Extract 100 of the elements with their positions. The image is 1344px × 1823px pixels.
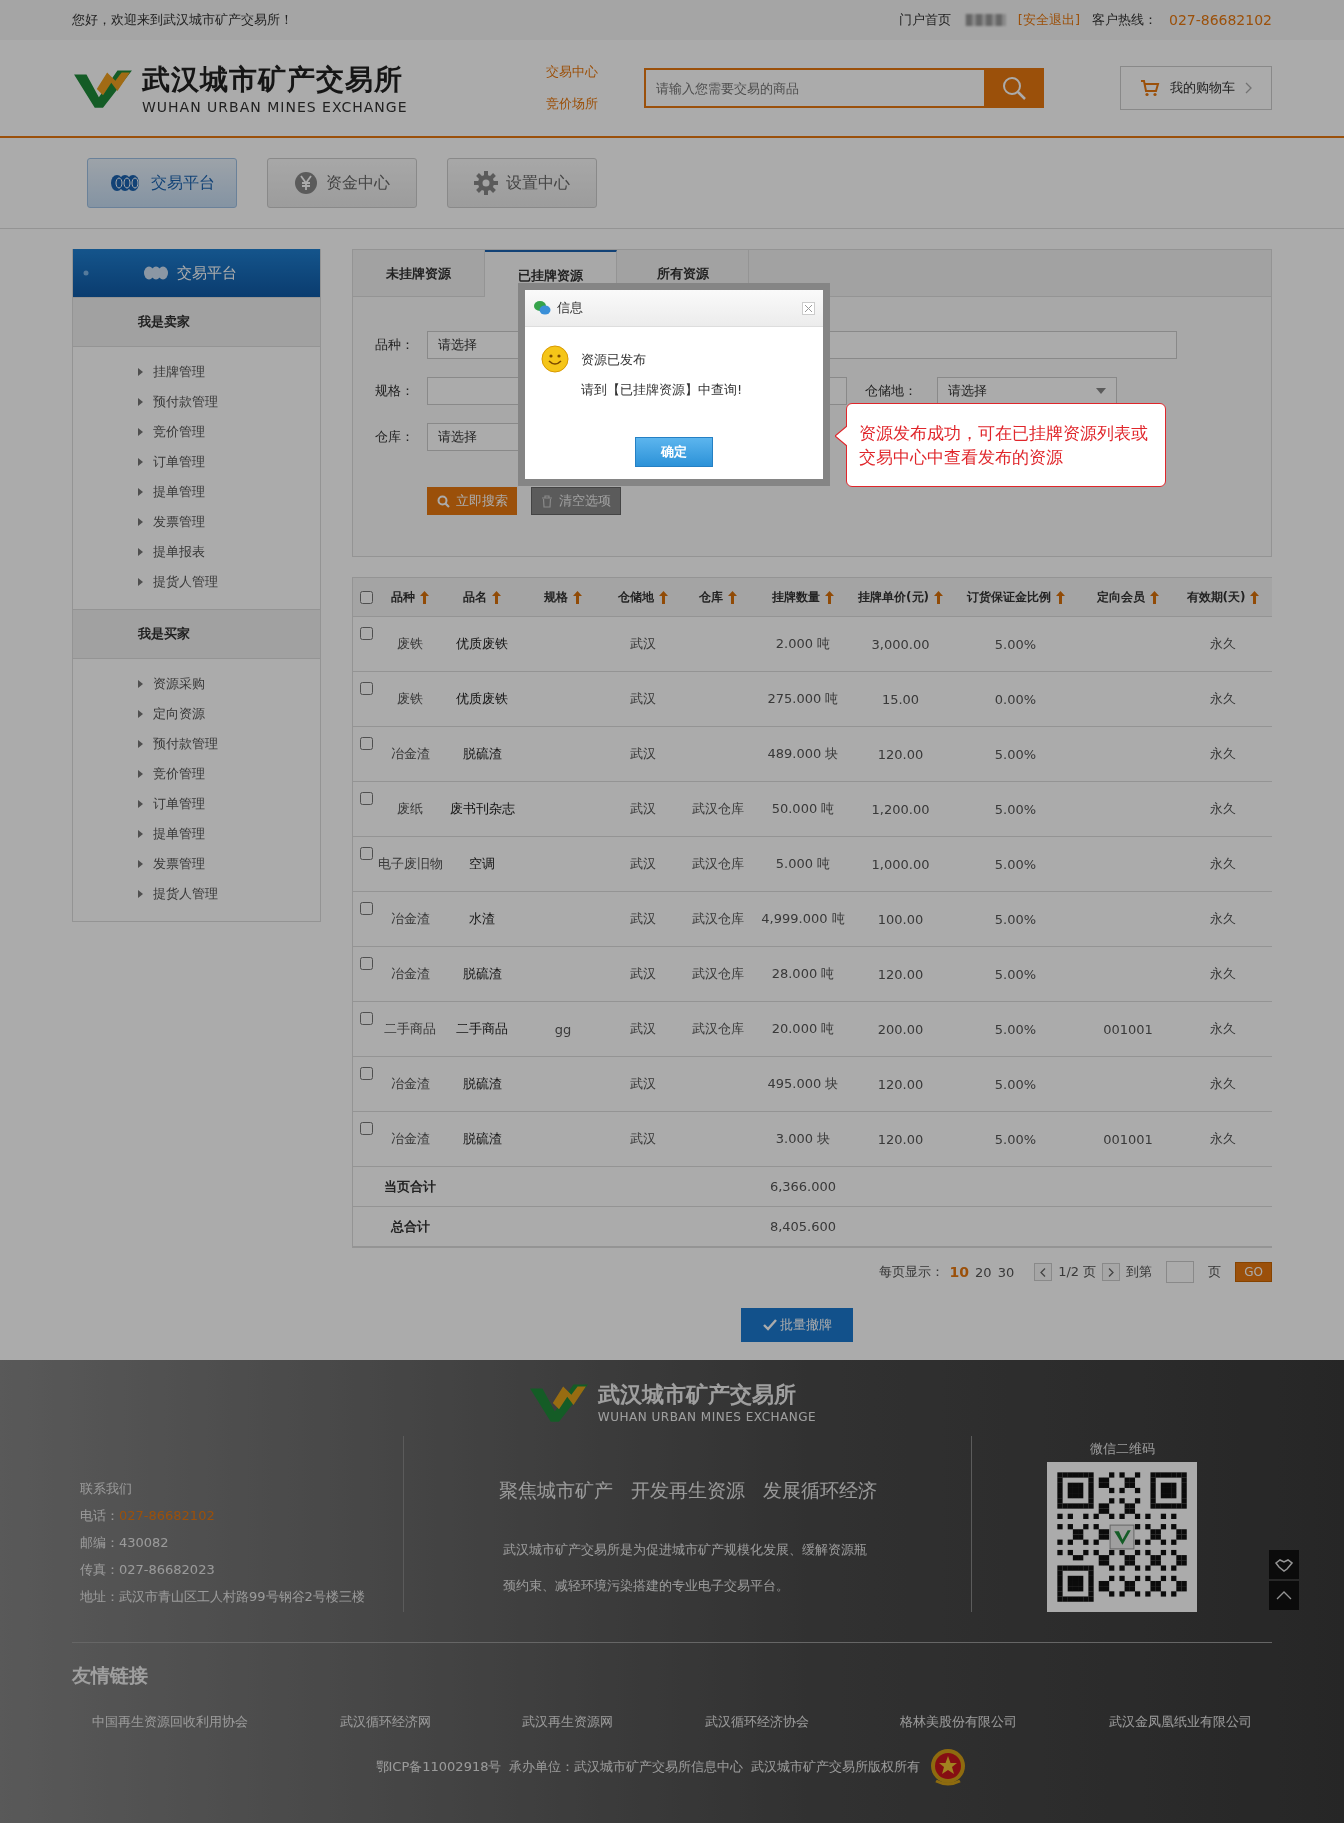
sidebar-item[interactable]: 挂牌管理: [138, 357, 320, 387]
table-cell: 脱硫渣: [462, 745, 502, 763]
table-cell: 武汉: [630, 800, 656, 818]
service-button[interactable]: [1269, 1550, 1299, 1579]
home-link[interactable]: 门户首页: [898, 11, 951, 29]
column-header[interactable]: 挂牌数量: [753, 578, 853, 616]
table-cell: 武汉仓库: [692, 910, 744, 928]
row-checkbox[interactable]: [359, 847, 373, 860]
search-button[interactable]: [984, 68, 1044, 108]
sidebar-item[interactable]: 订单管理: [138, 789, 320, 819]
page-size-option[interactable]: 20: [975, 1264, 992, 1280]
confirm-button[interactable]: 确定: [635, 437, 713, 467]
total-label: 总合计: [390, 1217, 430, 1236]
sidebar-item[interactable]: 发票管理: [138, 507, 320, 537]
table-cell: 脱硫渣: [462, 1130, 502, 1148]
caret-icon: [138, 710, 143, 718]
row-checkbox[interactable]: [359, 737, 373, 750]
sort-arrow-icon: [420, 590, 429, 604]
column-header[interactable]: 仓储地: [603, 578, 683, 616]
field-label: 品种：: [375, 336, 415, 354]
sidebar-item[interactable]: 提单管理: [138, 819, 320, 849]
chevron-left-icon: [1040, 1267, 1047, 1277]
row-checkbox[interactable]: [359, 1012, 373, 1025]
phone-label: 电话：: [80, 1508, 119, 1523]
main-tab[interactable]: 资金中心: [267, 158, 417, 208]
sidebar-item[interactable]: 竞价管理: [138, 759, 320, 789]
row-checkbox[interactable]: [359, 682, 373, 695]
sidebar-item[interactable]: 定向资源: [138, 699, 320, 729]
select-all-checkbox[interactable]: [359, 590, 373, 604]
table-cell: 武汉: [630, 635, 656, 653]
friend-link[interactable]: 武汉再生资源网: [522, 1713, 614, 1731]
table-cell: 冶金渣: [390, 1075, 430, 1093]
sidebar-item[interactable]: 发票管理: [138, 849, 320, 879]
column-header[interactable]: 定向会员: [1083, 578, 1173, 616]
column-header[interactable]: 有效期(天): [1173, 578, 1273, 616]
hotline-label: 客户热线：: [1091, 11, 1157, 29]
row-checkbox[interactable]: [359, 902, 373, 915]
friend-link[interactable]: 武汉循环经济网: [339, 1713, 431, 1731]
sort-arrow-icon: [492, 590, 501, 604]
column-header[interactable]: 品种: [379, 578, 441, 616]
yen-icon: [294, 171, 318, 195]
table-cell: 武汉: [630, 965, 656, 983]
sidebar-item[interactable]: 资源采购: [138, 669, 320, 699]
main-tab[interactable]: 设置中心: [447, 158, 597, 208]
previous-page-button[interactable]: [1034, 1263, 1053, 1281]
table-cell: 3,000.00: [871, 636, 930, 652]
table-cell: 永久: [1210, 745, 1236, 763]
main-tab[interactable]: 交易平台: [87, 158, 237, 208]
table-cell: 二手商品: [456, 1020, 508, 1038]
caret-icon: [138, 518, 143, 526]
friend-link[interactable]: 武汉金凤凰纸业有限公司: [1108, 1713, 1252, 1731]
friend-link[interactable]: 中国再生资源回收利用协会: [92, 1713, 248, 1731]
friend-link[interactable]: 武汉循环经济协会: [704, 1713, 809, 1731]
row-checkbox[interactable]: [359, 792, 373, 805]
friend-link[interactable]: 格林美股份有限公司: [900, 1713, 1018, 1731]
sidebar-item[interactable]: 订单管理: [138, 447, 320, 477]
organizer-text: 承办单位：武汉城市矿产交易所信息中心: [509, 1758, 744, 1776]
table-cell: gg: [554, 1021, 572, 1037]
table-cell: 永久: [1210, 690, 1236, 708]
row-checkbox[interactable]: [359, 1067, 373, 1080]
sidebar-item[interactable]: 预付款管理: [138, 387, 320, 417]
logo-subtitle: WUHAN URBAN MINES EXCHANGE: [142, 99, 408, 115]
table-cell: 5.000 吨: [775, 855, 831, 873]
sidebar-item[interactable]: 提货人管理: [138, 879, 320, 909]
table-cell: 永久: [1210, 635, 1236, 653]
row-checkbox[interactable]: [359, 627, 373, 640]
caret-icon: [138, 860, 143, 868]
table-cell: 冶金渣: [390, 965, 430, 983]
table-cell: 永久: [1210, 800, 1236, 818]
column-header[interactable]: 挂牌单价(元): [853, 578, 948, 616]
sort-arrow-icon: [1250, 590, 1260, 604]
row-checkbox[interactable]: [359, 1122, 373, 1135]
table-cell: 20.000 吨: [771, 1020, 835, 1038]
smiley-icon: [541, 345, 569, 373]
column-header[interactable]: 品名: [441, 578, 523, 616]
sidebar-item[interactable]: 提货人管理: [138, 567, 320, 597]
page-input[interactable]: [1166, 1261, 1195, 1283]
table-cell: 100.00: [877, 911, 924, 927]
batch-delist-button[interactable]: 批量撤牌: [741, 1308, 853, 1342]
table-cell: 永久: [1210, 1020, 1236, 1038]
next-page-button[interactable]: [1102, 1263, 1121, 1281]
sidebar-item[interactable]: 提单报表: [138, 537, 320, 567]
fax-text: 传真：027-86682023: [80, 1561, 216, 1579]
sidebar-item[interactable]: 提单管理: [138, 477, 320, 507]
column-header[interactable]: 规格: [523, 578, 603, 616]
page-size-option[interactable]: 30: [997, 1264, 1015, 1280]
sort-arrow-icon: [1150, 590, 1159, 604]
column-header[interactable]: 订货保证金比例: [948, 578, 1083, 616]
storage-select[interactable]: 请选择: [937, 377, 1117, 405]
search-field[interactable]: 请输入您需要交易的商品: [644, 68, 984, 108]
row-checkbox[interactable]: [359, 957, 373, 970]
close-button[interactable]: [802, 301, 815, 315]
links-title: 友情链接: [72, 1663, 149, 1688]
sidebar-item[interactable]: 预付款管理: [138, 729, 320, 759]
table-cell: 5.00%: [994, 746, 1037, 762]
dialog-title: 信息: [557, 299, 583, 317]
cart-button[interactable]: 我的购物车: [1120, 66, 1272, 110]
column-header[interactable]: 仓库: [683, 578, 753, 616]
table-cell: 永久: [1210, 965, 1236, 983]
sidebar-item[interactable]: 竞价管理: [138, 417, 320, 447]
